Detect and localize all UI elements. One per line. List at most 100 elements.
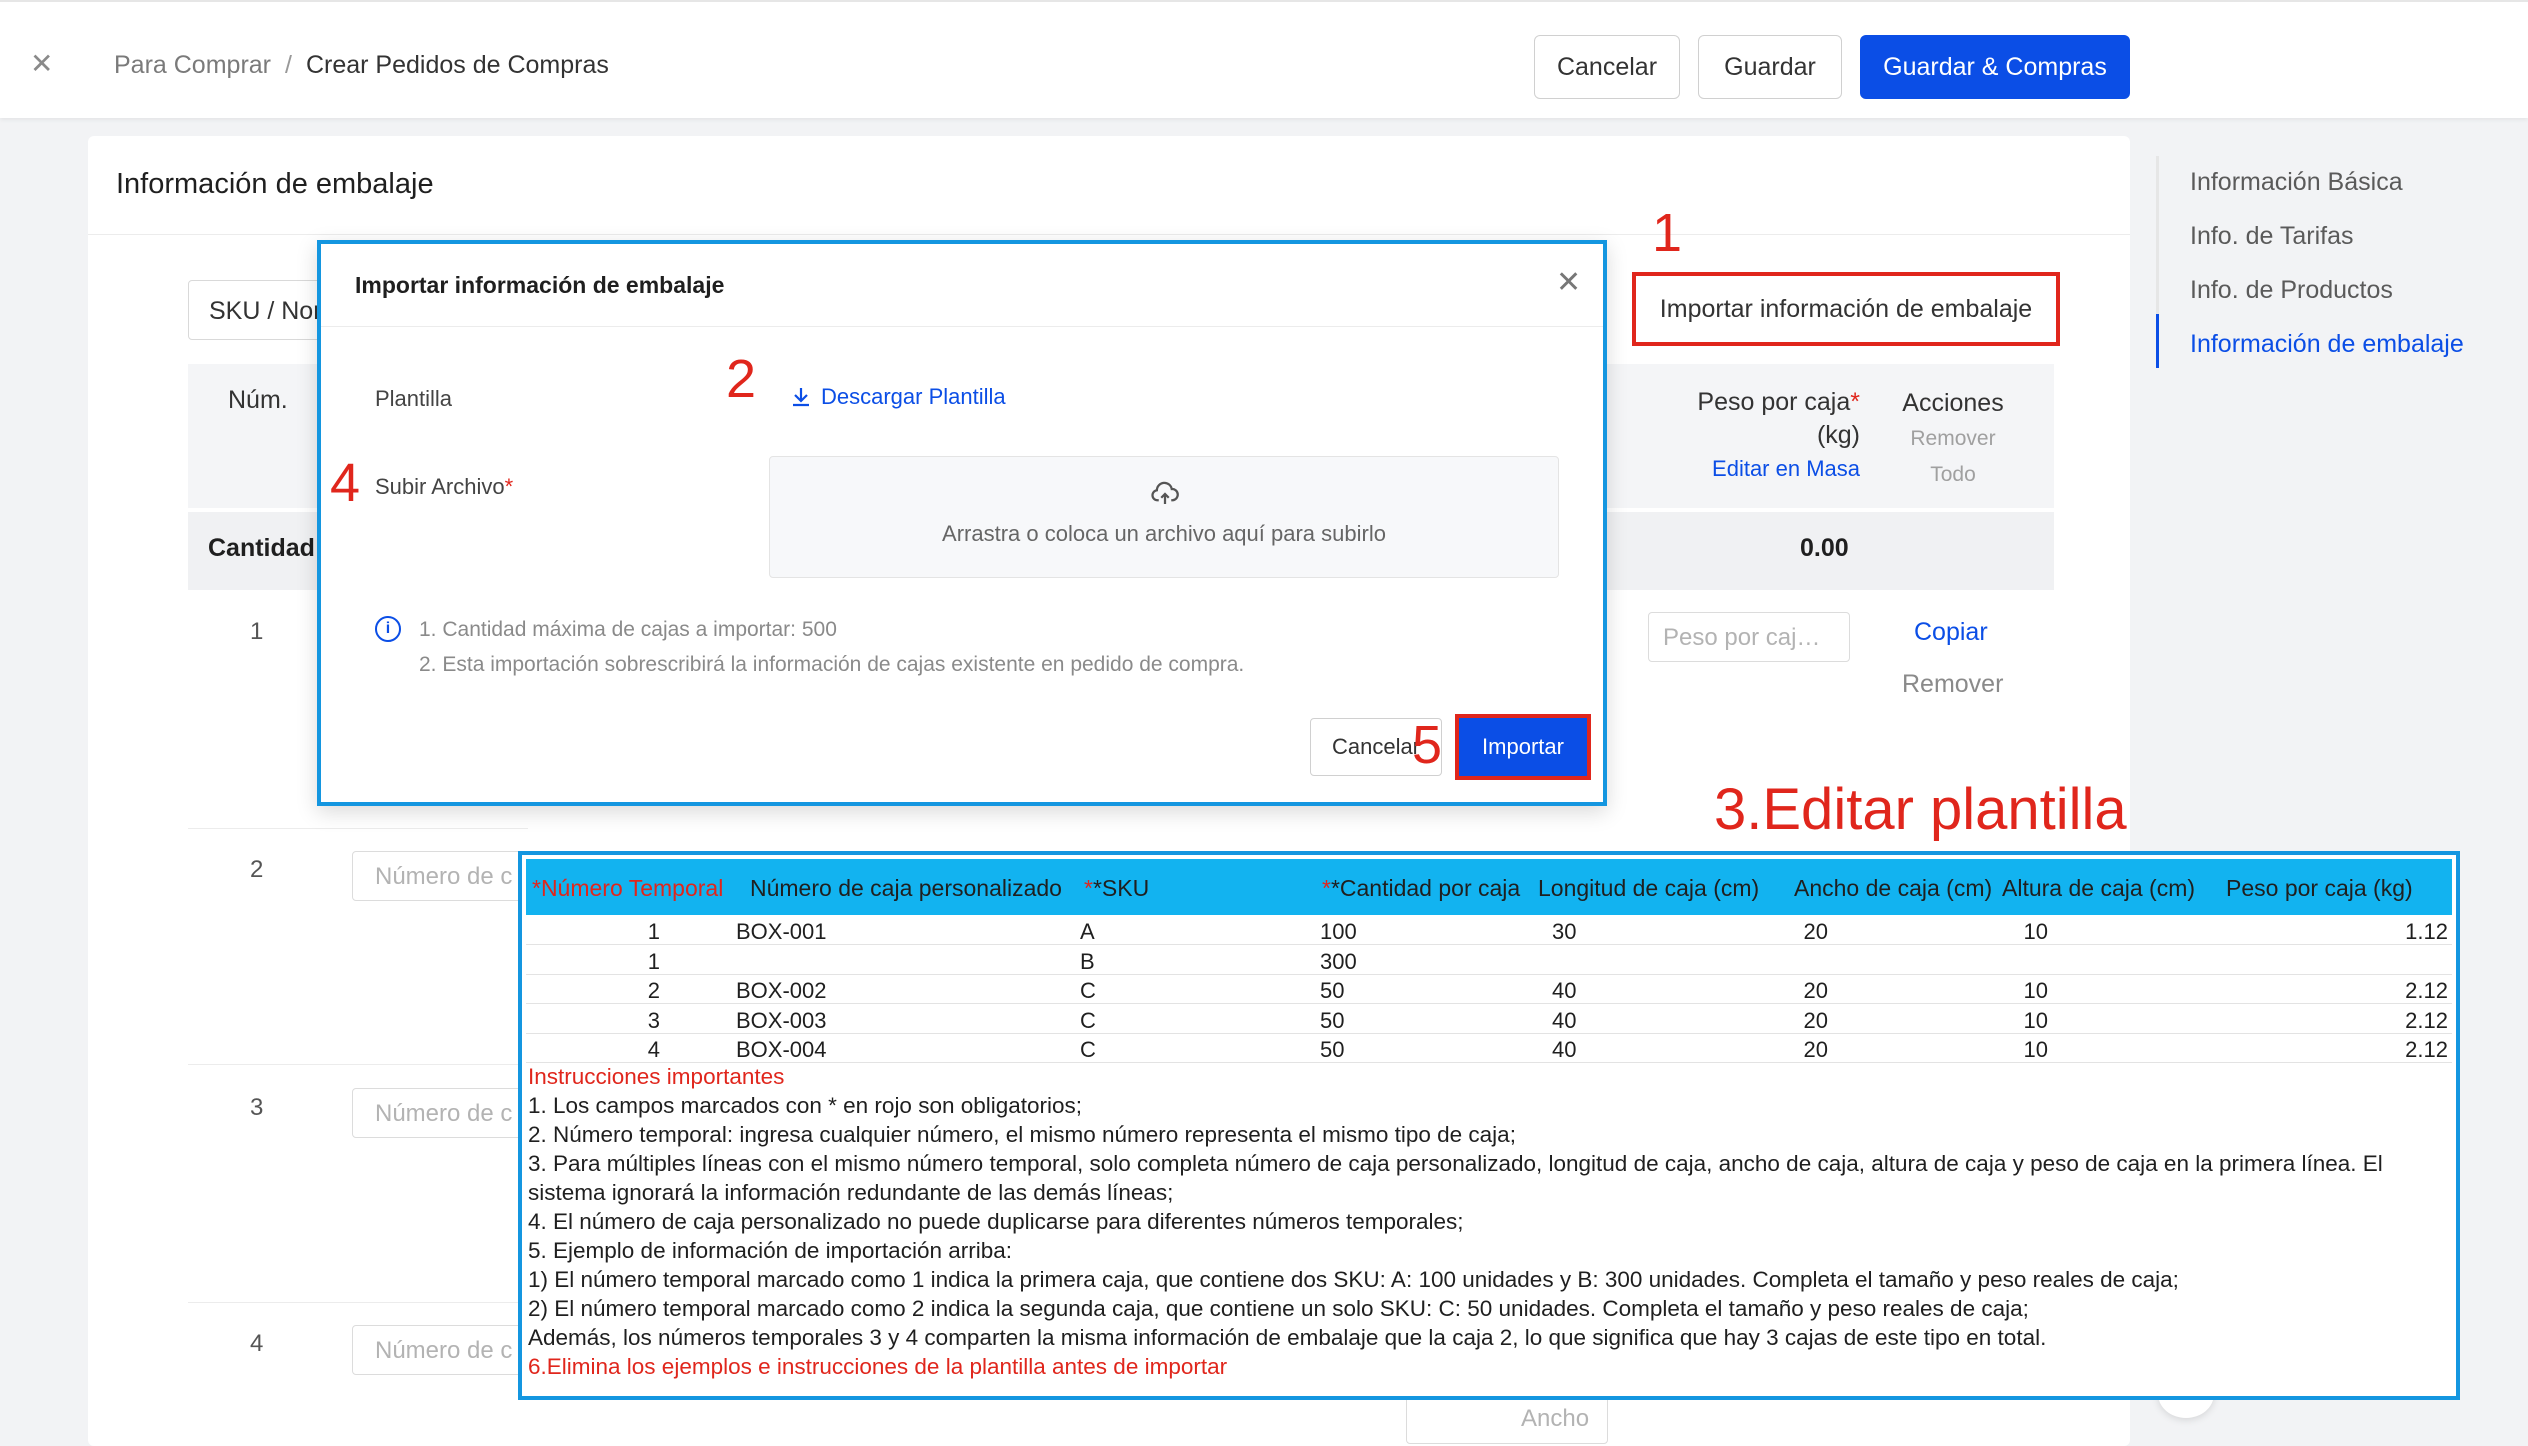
sheet-cell: C	[1080, 1007, 1096, 1033]
sheet-header-cell: **SKU	[1084, 875, 1150, 901]
sheet-cell: 2.12	[2405, 978, 2448, 1003]
instruction-line: 1) El número temporal marcado como 1 ind…	[528, 1267, 2179, 1292]
instruction-line: sistema ignorará la información redundan…	[528, 1180, 1174, 1205]
anchor-active-indicator	[2156, 314, 2159, 368]
row-number: 3	[250, 1094, 264, 1121]
sheet-cell: 1	[647, 919, 660, 944]
sheet-cell: 100	[1320, 919, 1357, 944]
step-1-annotation: 1	[1652, 203, 1683, 263]
sheet-cell: 10	[2023, 1037, 2048, 1062]
sheet-cell: BOX-002	[736, 978, 827, 1003]
remove-link[interactable]: Remover	[1902, 670, 2003, 699]
row-divider	[188, 1302, 528, 1303]
sheet-cell: A	[1080, 919, 1095, 944]
sheet-cell: BOX-001	[736, 919, 827, 944]
sheet-header-cell: Longitud de caja (cm)	[1538, 875, 1760, 901]
instruction-line: 4. El número de caja personalizado no pu…	[528, 1209, 1464, 1234]
sheet-cell: 20	[1803, 1007, 1828, 1033]
sheet-row: 1 B 300	[526, 946, 2452, 975]
required-mark: *	[504, 474, 514, 499]
sheet-header-text: *SKU	[1092, 875, 1150, 901]
sheet-header-cell: Ancho de caja (cm)	[1794, 875, 1993, 901]
sheet-header-row: *Número Temporal Número de caja personal…	[526, 859, 2452, 915]
column-header-weight: Peso por caja* (kg) Editar en Masa	[1660, 386, 1860, 485]
sheet-header-cell: **Cantidad por caja	[1322, 875, 1521, 901]
sheet-cell: B	[1080, 948, 1095, 974]
import-packing-info-button[interactable]: Importar información de embalaje	[1632, 272, 2060, 346]
instruction-line: 1. Los campos marcados con * en rojo son…	[528, 1093, 1083, 1118]
sheet-cell: 1	[647, 948, 660, 974]
weight-input[interactable]: Peso por caj…	[1648, 612, 1850, 662]
anchor-basic-info[interactable]: Información Básica	[2190, 168, 2403, 197]
box-number-input[interactable]: Número de c	[352, 1325, 522, 1375]
file-dropzone[interactable]: Arrastra o coloca un archivo aquí para s…	[769, 456, 1559, 578]
breadcrumb-current: Crear Pedidos de Compras	[305, 51, 609, 79]
summary-weight-value: 0.00	[1800, 534, 1849, 562]
sheet-cell: C	[1080, 978, 1096, 1003]
instruction-line: 5. Ejemplo de información de importación…	[528, 1238, 1012, 1263]
sheet-cell: 50	[1320, 978, 1345, 1003]
upload-label: Subir Archivo*	[375, 474, 513, 500]
sheet-cell: 10	[2023, 919, 2048, 944]
import-button[interactable]: Importar	[1455, 714, 1591, 780]
template-spreadsheet: *Número Temporal Número de caja personal…	[518, 851, 2460, 1400]
required-mark: *	[1850, 388, 1860, 416]
row-number: 1	[250, 618, 264, 645]
upload-cloud-icon	[1151, 481, 1179, 504]
sheet-row: 2 BOX-002 C 50 40 20 10 2.12	[526, 975, 2452, 1004]
row-divider	[188, 828, 528, 829]
sheet-cell: 3	[647, 1007, 660, 1033]
sheet-header-cell: Número de caja personalizado	[750, 875, 1062, 901]
bulk-edit-link[interactable]: Editar en Masa	[1712, 456, 1860, 481]
sheet-cell: 2.12	[2405, 1007, 2448, 1033]
step-4-annotation: 4	[330, 453, 361, 513]
save-button[interactable]: Guardar	[1698, 35, 1842, 99]
anchor-products-info[interactable]: Info. de Productos	[2190, 276, 2393, 305]
remove-all-link-line2[interactable]: Todo	[1930, 463, 1976, 486]
breadcrumb-parent[interactable]: Para Comprar	[114, 51, 271, 79]
note-2: 2. Esta importación sobrescribirá la inf…	[419, 653, 1245, 676]
sheet-header-cell: *Número Temporal	[532, 875, 724, 901]
breadcrumb-separator: /	[285, 51, 292, 79]
sheet-header-cell: Altura de caja (cm)	[2002, 875, 2196, 901]
box-number-input[interactable]: Número de c	[352, 1088, 522, 1138]
sheet-cell: 20	[1803, 919, 1828, 944]
sheet-header-text: *Cantidad por caja	[1330, 875, 1521, 901]
close-icon[interactable]: ✕	[1556, 268, 1581, 298]
step-5-annotation: 5	[1412, 715, 1443, 775]
sheet-cell: 300	[1320, 948, 1357, 974]
anchor-packing-info[interactable]: Información de embalaje	[2190, 330, 2464, 359]
row-divider	[188, 1064, 528, 1065]
actions-label: Acciones	[1902, 389, 2004, 417]
step-2-annotation: 2	[726, 349, 757, 409]
download-template-link[interactable]: Descargar Plantilla	[789, 384, 1006, 410]
divider	[88, 234, 2130, 235]
column-header-num: Núm.	[228, 386, 288, 414]
divider	[321, 326, 1603, 327]
box-number-input[interactable]: Número de c	[352, 851, 522, 901]
weight-unit: (kg)	[1816, 421, 1860, 449]
sheet-cell: BOX-003	[736, 1007, 827, 1033]
dropzone-text: Arrastra o coloca un archivo aquí para s…	[942, 521, 1386, 546]
instruction-final-line: 6.Elimina los ejemplos e instrucciones d…	[528, 1354, 1228, 1379]
sheet-cell: 50	[1320, 1037, 1345, 1062]
note-1: 1. Cantidad máxima de cajas a importar: …	[419, 618, 837, 641]
cancel-button[interactable]: Cancelar	[1534, 35, 1680, 99]
remove-all-link-line1[interactable]: Remover	[1910, 427, 1995, 450]
close-icon[interactable]: ✕	[30, 50, 53, 78]
sheet-cell: 2.12	[2405, 1037, 2448, 1062]
sheet-cell: C	[1080, 1037, 1096, 1062]
row-number: 2	[250, 856, 264, 883]
sheet-cell: 20	[1803, 1037, 1828, 1062]
sheet-cell: 2	[647, 978, 660, 1003]
sheet-row: 4 BOX-004 C 50 40 20 10 2.12	[526, 1034, 2452, 1063]
top-bar: ✕ Para Comprar / Crear Pedidos de Compras …	[0, 0, 2528, 118]
sheet-row: 1 BOX-001 A 100 30 20 10 1.12	[526, 916, 2452, 945]
dialog-title: Importar información de embalaje	[355, 272, 725, 298]
copy-link[interactable]: Copiar	[1914, 618, 1988, 647]
anchor-rates-info[interactable]: Info. de Tarifas	[2190, 222, 2354, 251]
save-and-purchase-button[interactable]: Guardar & Compras	[1860, 35, 2130, 99]
sheet-cell: 50	[1320, 1007, 1345, 1033]
sheet-cell: 1.12	[2405, 919, 2448, 944]
instruction-line: Además, los números temporales 3 y 4 com…	[528, 1325, 2047, 1350]
